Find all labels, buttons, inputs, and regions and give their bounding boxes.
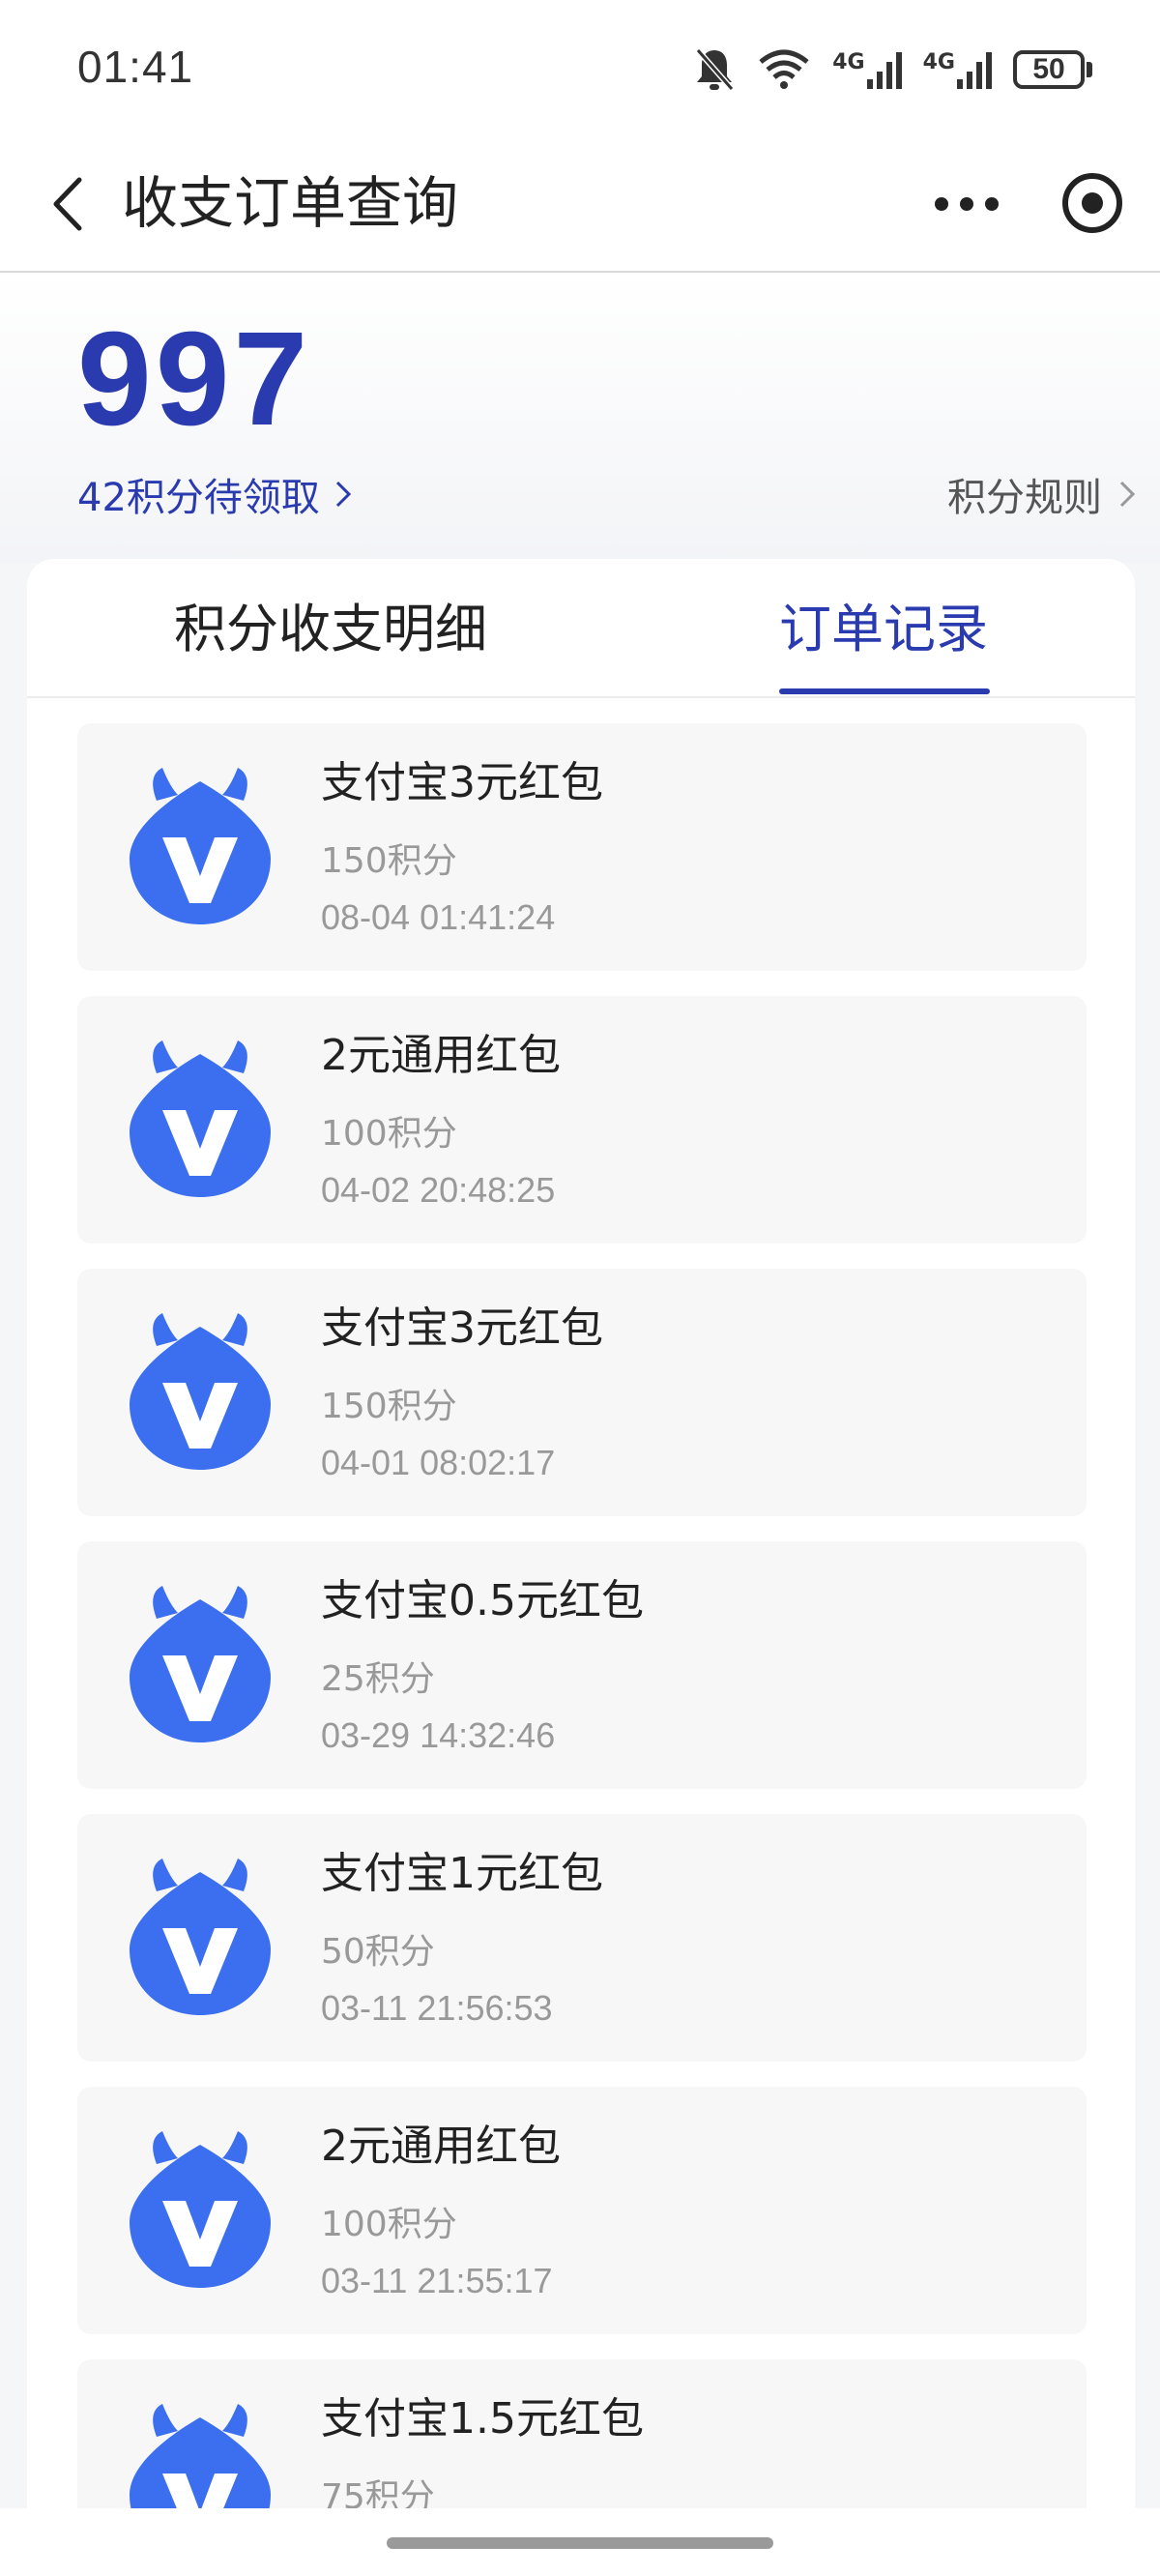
order-points: 50积分	[321, 1932, 435, 1972]
active-tab-indicator	[779, 688, 990, 694]
points-summary: 997 42积分待领取 积分规则	[0, 273, 1160, 563]
app-logo-icon	[130, 768, 271, 924]
pending-points-label: 42积分待领取	[77, 476, 320, 520]
order-time: 03-29 14:32:46	[321, 1715, 556, 1755]
app-logo-icon	[130, 2131, 271, 2288]
battery-tip	[1087, 62, 1092, 77]
order-time: 04-02 20:48:25	[321, 1170, 556, 1210]
app-logo-icon	[130, 1040, 271, 1197]
bell-muted-icon	[695, 48, 735, 91]
order-item[interactable]: 支付宝1元红包 50积分 03-11 21:56:53	[77, 1814, 1087, 2062]
status-time: 01:41	[77, 42, 194, 92]
order-name: 支付宝3元红包	[321, 758, 603, 807]
close-miniprogram-icon[interactable]	[1054, 164, 1131, 242]
points-rules-label: 积分规则	[947, 476, 1102, 520]
signal-1: 4G	[832, 50, 902, 89]
records-card: 积分收支明细 订单记录 支付宝3元红包 150积分 08-04 01:41:24…	[27, 559, 1135, 2576]
app-logo-icon	[130, 1586, 271, 1742]
order-name: 支付宝0.5元红包	[321, 1576, 644, 1625]
order-name: 2元通用红包	[321, 1031, 561, 1080]
network-type-label: 4G	[922, 50, 955, 74]
order-list: 支付宝3元红包 150积分 08-04 01:41:24 2元通用红包 100积…	[77, 723, 1087, 2576]
points-balance: 997	[77, 305, 312, 454]
order-name: 支付宝1元红包	[321, 1849, 603, 1898]
order-points: 25积分	[321, 1659, 435, 1699]
signal-icon	[866, 52, 902, 89]
order-time: 03-11 21:56:53	[321, 1988, 553, 2028]
gesture-bar	[0, 2508, 1160, 2576]
order-item[interactable]: 2元通用红包 100积分 03-11 21:55:17	[77, 2087, 1087, 2334]
pending-points-link[interactable]: 42积分待领取	[77, 466, 353, 522]
order-points: 150积分	[321, 1387, 457, 1426]
app-logo-icon	[130, 1859, 271, 2015]
order-time: 03-11 21:55:17	[321, 2261, 553, 2300]
order-points: 150积分	[321, 841, 457, 881]
status-icons: 4G 4G 50	[693, 43, 1092, 97]
order-name: 支付宝3元红包	[321, 1303, 603, 1353]
back-arrow-icon[interactable]	[37, 170, 104, 238]
app-logo-icon	[130, 1313, 271, 1470]
points-rules-link[interactable]: 积分规则	[947, 466, 1137, 522]
signal-2: 4G	[923, 50, 992, 89]
order-item[interactable]: 支付宝0.5元红包 25积分 03-29 14:32:46	[77, 1541, 1087, 1789]
chevron-right-icon	[1119, 481, 1136, 508]
network-type-label: 4G	[832, 50, 865, 74]
chevron-right-icon	[335, 481, 352, 508]
page-title: 收支订单查询	[122, 170, 459, 236]
order-item[interactable]: 2元通用红包 100积分 04-02 20:48:25	[77, 996, 1087, 1244]
home-indicator[interactable]	[387, 2537, 773, 2549]
order-item[interactable]: 支付宝3元红包 150积分 08-04 01:41:24	[77, 723, 1087, 971]
order-name: 支付宝1.5元红包	[321, 2394, 644, 2444]
tab-bar: 积分收支明细 订单记录	[27, 559, 1135, 698]
order-points: 100积分	[321, 1114, 457, 1154]
battery-level: 50	[1013, 50, 1085, 89]
tab-points-detail[interactable]: 积分收支明细	[174, 596, 487, 663]
tab-order-records[interactable]: 订单记录	[779, 596, 988, 663]
order-time: 04-01 08:02:17	[321, 1443, 556, 1482]
order-points: 100积分	[321, 2205, 457, 2244]
signal-icon	[957, 52, 992, 89]
battery-indicator: 50	[1013, 50, 1092, 89]
order-item[interactable]: 支付宝3元红包 150积分 04-01 08:02:17	[77, 1269, 1087, 1516]
wifi-icon	[759, 49, 809, 89]
status-bar: 01:41 4G 4G 50	[0, 0, 1160, 135]
nav-bar: 收支订单查询	[0, 135, 1160, 273]
order-time: 08-04 01:41:24	[321, 897, 556, 937]
order-name: 2元通用红包	[321, 2122, 561, 2171]
more-icon[interactable]	[928, 170, 1005, 238]
